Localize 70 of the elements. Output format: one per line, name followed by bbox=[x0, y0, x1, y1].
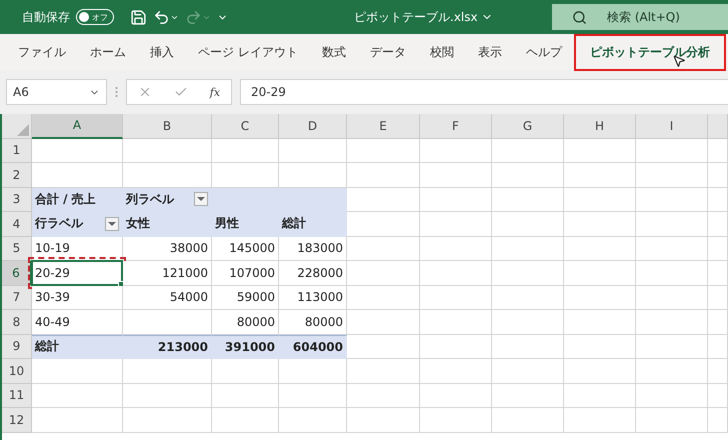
ribbon-tab[interactable]: ホーム bbox=[78, 42, 138, 62]
cell-text: 総計 bbox=[282, 215, 306, 232]
row-header[interactable]: 10 bbox=[2, 359, 32, 384]
cell-text: 20-29 bbox=[35, 266, 70, 280]
column-header[interactable]: B bbox=[123, 114, 212, 138]
filter-dropdown-button[interactable] bbox=[194, 192, 208, 206]
name-box[interactable]: A6 bbox=[6, 79, 107, 105]
ribbon-tab[interactable]: 表示 bbox=[466, 42, 514, 62]
ribbon-tab[interactable]: データ bbox=[358, 42, 418, 62]
row-header[interactable]: 1 bbox=[2, 138, 32, 163]
cell-text: 213000 bbox=[158, 340, 208, 354]
column-header[interactable]: H bbox=[564, 114, 636, 138]
cell-text: 228000 bbox=[297, 266, 343, 280]
cell-text: 183000 bbox=[297, 241, 343, 256]
cell-text: 391000 bbox=[224, 340, 275, 354]
ribbon-tab[interactable]: ページ レイアウト bbox=[186, 42, 310, 62]
row-header[interactable]: 6 bbox=[2, 261, 32, 286]
row-header[interactable]: 8 bbox=[2, 310, 32, 334]
column-header[interactable]: F bbox=[420, 114, 492, 138]
filter-dropdown-button[interactable] bbox=[105, 216, 119, 231]
cell-text: 行ラベル bbox=[35, 215, 83, 232]
grip-icon bbox=[115, 86, 118, 98]
cell-text: 80000 bbox=[304, 314, 343, 329]
ribbon-tab[interactable]: ヘルプ bbox=[514, 42, 574, 62]
cell-text: 合計 / 売上 bbox=[35, 190, 96, 208]
cell-text: 80000 bbox=[236, 314, 275, 329]
undo-icon[interactable] bbox=[153, 8, 179, 26]
cell-text: 604000 bbox=[292, 340, 343, 354]
cell-text: 総計 bbox=[35, 338, 59, 356]
formula-field[interactable]: 20-29 bbox=[240, 79, 728, 105]
cell-text: 38000 bbox=[170, 241, 208, 256]
autosave-toggle[interactable]: オフ bbox=[76, 9, 114, 25]
autosave-label: 自動保存 bbox=[22, 8, 70, 26]
cell-text: 113000 bbox=[297, 290, 343, 304]
search-field[interactable]: 検索 (Alt+Q) bbox=[552, 4, 728, 30]
column-header[interactable]: A bbox=[32, 114, 123, 138]
column-header[interactable]: I bbox=[636, 114, 708, 138]
cell-text: 121000 bbox=[162, 266, 208, 280]
cell-text: 145000 bbox=[229, 241, 275, 256]
row-header[interactable]: 3 bbox=[2, 188, 32, 212]
triangle-icon bbox=[17, 124, 29, 136]
save-icon[interactable] bbox=[130, 8, 147, 26]
column-header[interactable]: D bbox=[279, 114, 347, 138]
cell-text: 列ラベル bbox=[126, 190, 174, 208]
row-header[interactable]: 4 bbox=[2, 212, 32, 236]
column-header[interactable]: C bbox=[212, 114, 279, 138]
cell-text: 30-39 bbox=[35, 290, 70, 304]
insert-function-button[interactable]: fx bbox=[210, 86, 220, 98]
column-header[interactable]: E bbox=[347, 114, 420, 138]
ribbon-tab[interactable]: ファイル bbox=[6, 42, 78, 62]
row-header[interactable]: 12 bbox=[2, 408, 32, 432]
file-name[interactable]: ピボットテーブル.xlsx bbox=[354, 8, 478, 26]
ribbon-tab[interactable]: 挿入 bbox=[138, 42, 186, 62]
cell-text: 女性 bbox=[126, 215, 150, 232]
row-header[interactable]: 7 bbox=[2, 286, 32, 310]
cell-text: 107000 bbox=[229, 266, 275, 280]
ribbon-tab[interactable]: 校閲 bbox=[418, 42, 466, 62]
cell-text: 54000 bbox=[170, 290, 208, 304]
cell-text: 男性 bbox=[215, 215, 239, 232]
cell-text: 59000 bbox=[236, 290, 275, 304]
row-header[interactable]: 2 bbox=[2, 163, 32, 188]
column-header[interactable]: G bbox=[492, 114, 564, 138]
ribbon-tab[interactable]: 数式 bbox=[310, 42, 358, 62]
row-header[interactable]: 11 bbox=[2, 384, 32, 408]
row-header[interactable]: 5 bbox=[2, 236, 32, 261]
cell-text: 40-49 bbox=[35, 314, 70, 329]
ribbon-tab[interactable]: ピボットテーブル分析 bbox=[574, 34, 726, 70]
row-header[interactable]: 9 bbox=[2, 334, 32, 359]
cell-text: 10-19 bbox=[35, 241, 70, 256]
search-icon bbox=[572, 10, 587, 24]
